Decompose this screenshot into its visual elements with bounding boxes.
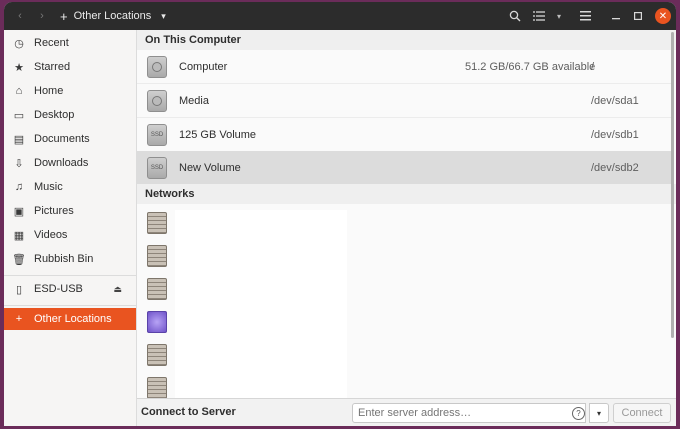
caret-down-icon: ▾ [161,10,166,21]
hard-disk-icon [147,90,167,112]
sidebar-item-label: Videos [34,229,68,241]
location-path: /dev/sdb2 [591,161,639,174]
location-row-new-volume[interactable]: SSD New Volume /dev/sdb2 [137,151,671,185]
plus-icon: + [60,8,68,24]
location-available: 51.2 GB/66.7 GB available [465,60,596,73]
caret-down-icon: ▾ [596,408,601,418]
sidebar-item-label: Desktop [34,109,75,121]
location-row-media[interactable]: Media /dev/sda1 [137,84,671,118]
sidebar-divider [4,275,136,276]
location-path: /dev/sdb1 [591,128,639,141]
network-share-icon[interactable] [147,311,167,333]
chevron-left-icon: ‹ [18,10,22,22]
hamburger-icon [579,11,591,21]
network-server-icon[interactable] [147,245,167,267]
ssd-drive-icon: SSD [147,124,167,146]
location-name: 125 GB Volume [179,128,257,141]
location-row-computer[interactable]: Computer 51.2 GB/66.7 GB available / [137,50,671,84]
home-icon: ⌂ [15,85,23,97]
music-icon: ♫ [14,181,24,193]
sidebar-item-starred[interactable]: ★ Starred [4,56,136,78]
sidebar-item-music[interactable]: ♫ Music [4,176,136,198]
chevron-right-icon: › [40,10,44,22]
network-server-icon[interactable] [147,344,167,366]
main-menu-button[interactable] [576,6,594,26]
picture-icon: ▣ [13,205,25,218]
sidebar-item-downloads[interactable]: ⇩ Downloads [4,152,136,174]
search-button[interactable] [506,6,524,26]
maximize-button[interactable] [630,6,646,26]
trash-icon: 🗑 [12,253,26,266]
sidebar-item-documents[interactable]: ▤ Documents [4,128,136,150]
sidebar-item-other-locations[interactable]: + Other Locations [4,308,136,330]
network-server-icon[interactable] [147,212,167,234]
location-path: /dev/sda1 [591,94,639,107]
eject-icon[interactable]: ⏏ [113,284,122,295]
ssd-drive-icon: SSD [147,157,167,179]
connect-to-server-label: Connect to Server [141,406,236,418]
section-header-networks: Networks [137,184,676,204]
back-button[interactable]: ‹ [10,6,30,26]
caret-down-icon: ▾ [556,11,561,21]
sidebar-item-label: Music [34,181,63,193]
sidebar-item-label: Other Locations [34,313,112,325]
location-name: Media [179,94,209,107]
download-icon: ⇩ [14,157,24,170]
sidebar-item-esd-usb[interactable]: ▯ ESD-USB ⏏ [4,278,136,300]
sidebar-item-label: ESD-USB [34,283,83,295]
other-locations-view: On This Computer Computer 51.2 GB/66.7 G… [137,30,676,399]
plus-icon: + [15,313,23,325]
maximize-icon [634,12,642,20]
network-server-icon[interactable] [147,377,167,399]
location-name: New Volume [179,161,241,174]
minimize-button[interactable] [608,6,624,26]
connect-button[interactable]: Connect [613,403,671,423]
location-label: Other Locations [73,10,152,22]
view-toggle-button[interactable] [530,6,548,26]
recent-servers-dropdown[interactable]: ▾ [589,403,609,423]
search-icon [509,10,521,22]
list-view-icon [533,11,545,21]
location-row-125gb-volume[interactable]: SSD 125 GB Volume /dev/sdb1 [137,118,671,152]
sidebar-item-home[interactable]: ⌂ Home [4,80,136,102]
sidebar-item-label: Recent [34,37,69,49]
desktop-icon: ▭ [13,109,25,122]
minimize-icon [612,18,620,20]
location-name: Computer [179,60,228,73]
close-button[interactable]: ✕ [655,8,671,24]
scrollbar[interactable] [671,32,674,338]
location-path: / [591,60,595,73]
star-icon: ★ [14,61,24,74]
sidebar-item-label: Rubbish Bin [34,253,94,265]
connect-to-server-bar: Connect to Server ? ▾ Connect [137,398,676,426]
view-options-button[interactable]: ▾ [552,6,566,26]
clock-icon: ◷ [14,37,24,50]
forward-button[interactable]: › [32,6,52,26]
hard-disk-icon [147,56,167,78]
network-placeholder-pane [175,210,347,398]
sidebar-item-desktop[interactable]: ▭ Desktop [4,104,136,126]
files-window: ‹ › + Other Locations ▾ ▾ ✕ ◷ Recent ★ S… [4,2,676,426]
close-icon: ✕ [658,10,668,22]
network-server-icon[interactable] [147,278,167,300]
sidebar-item-label: Documents [34,133,90,145]
video-icon: ▦ [13,229,25,242]
server-address-input[interactable] [352,403,586,423]
sidebar-item-rubbish-bin[interactable]: 🗑 Rubbish Bin [4,248,136,270]
sidebar-item-label: Downloads [34,157,89,169]
sidebar-item-pictures[interactable]: ▣ Pictures [4,200,136,222]
sidebar-item-label: Starred [34,61,71,73]
sidebar-item-label: Home [34,85,64,97]
location-dropdown[interactable]: + Other Locations ▾ [60,6,166,26]
header-bar: ‹ › + Other Locations ▾ ▾ ✕ [4,2,676,30]
sidebar: ◷ Recent ★ Starred ⌂ Home ▭ Desktop ▤ Do… [4,30,137,426]
sidebar-item-label: Pictures [34,205,74,217]
usb-drive-icon: ▯ [15,283,23,296]
help-icon[interactable]: ? [572,407,585,420]
sidebar-divider [4,305,136,306]
document-icon: ▤ [13,133,25,146]
section-header-on-this-computer: On This Computer [137,30,676,50]
sidebar-item-videos[interactable]: ▦ Videos [4,224,136,246]
sidebar-item-recent[interactable]: ◷ Recent [4,32,136,54]
